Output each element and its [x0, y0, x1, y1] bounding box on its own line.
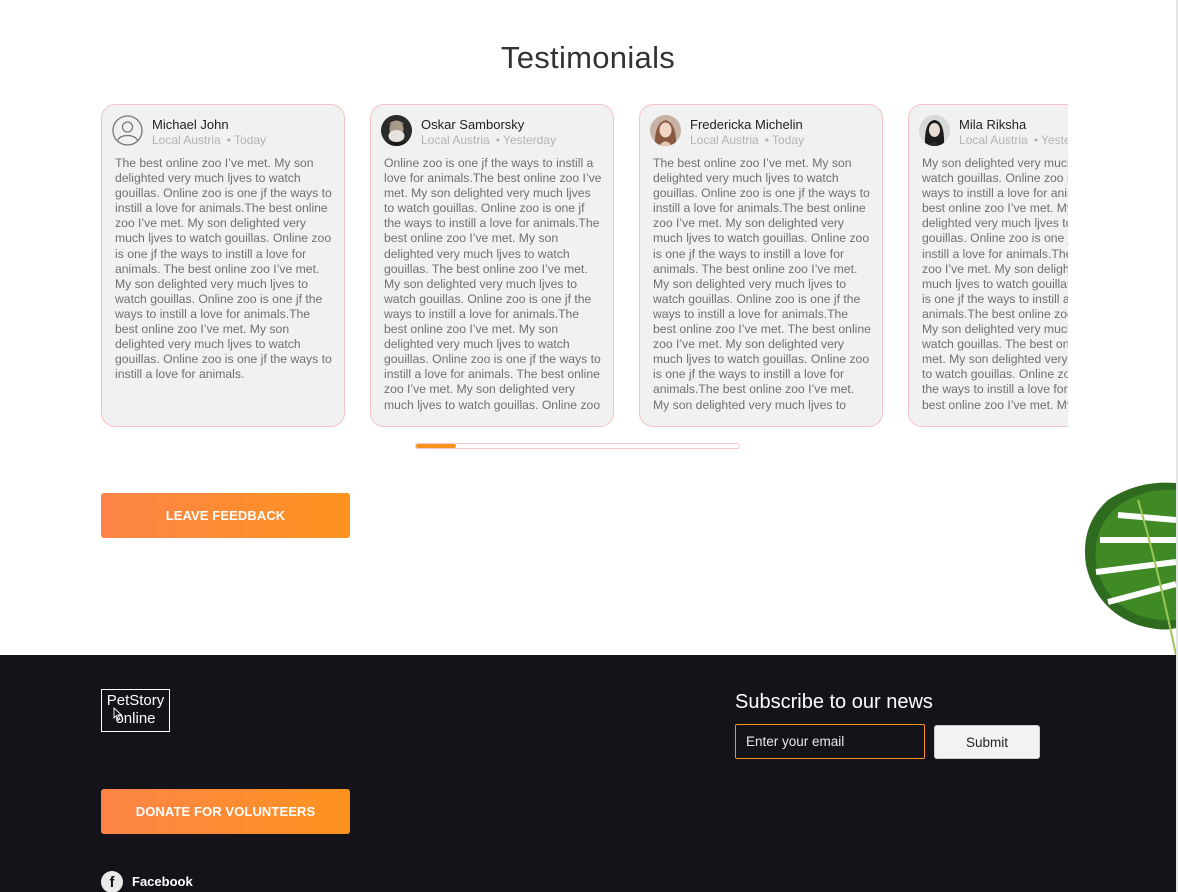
leave-feedback-button[interactable]: LEAVE FEEDBACK	[101, 493, 350, 538]
review-time: • Yesterday	[495, 133, 556, 147]
email-input[interactable]	[735, 724, 925, 759]
review-text: The best online zoo I’ve met. My son del…	[115, 156, 332, 382]
reviewer-name: Mila Riksha	[959, 117, 1027, 132]
card-header: Michael John Local Austria • Today	[112, 115, 336, 149]
reviewer-name: Michael John	[152, 117, 229, 132]
facebook-icon: f	[101, 871, 123, 892]
review-text: Online zoo is one jf the ways to instill…	[384, 156, 602, 412]
review-text: The best online zoo I’ve met. My son del…	[653, 156, 871, 412]
reviewer-meta: Local Austria • Yesterday	[959, 133, 1068, 147]
reviewer-avatar	[919, 115, 950, 146]
reviewer-location: Local Austria	[690, 133, 759, 147]
footer: PetStory online Subscribe to our news Su…	[0, 655, 1176, 892]
reviewer-name: Fredericka Michelin	[690, 117, 803, 132]
card-header: Mila Riksha Local Austria • Yesterday	[919, 115, 1068, 149]
testimonial-card: Fredericka Michelin Local Austria • Today…	[639, 104, 883, 427]
review-time: • Today	[226, 133, 267, 147]
review-time: • Today	[764, 133, 805, 147]
carousel-scrollbar[interactable]	[415, 443, 740, 449]
testimonials-section: Testimonials Michael John Local Austria •…	[0, 0, 1176, 655]
reviewer-avatar	[381, 115, 412, 146]
social-label: Facebook	[132, 874, 193, 889]
testimonials-carousel[interactable]: Michael John Local Austria • Today The be…	[101, 104, 1068, 428]
review-time: • Yesterday	[1033, 133, 1068, 147]
section-title: Testimonials	[500, 40, 676, 75]
testimonial-card: Oskar Samborsky Local Austria • Yesterday…	[370, 104, 614, 427]
cursor-icon	[113, 707, 123, 721]
subscribe-title: Subscribe to our news	[735, 691, 933, 713]
reviewer-name: Oskar Samborsky	[421, 117, 525, 132]
submit-button[interactable]: Submit	[934, 725, 1040, 759]
review-text: My son delighted very much ljves to watc…	[922, 156, 1068, 412]
monstera-leaf-decoration	[1078, 480, 1176, 655]
site-logo[interactable]: PetStory online	[101, 689, 170, 732]
donate-button[interactable]: DONATE FOR VOLUNTEERS	[101, 789, 350, 834]
reviewer-location: Local Austria	[959, 133, 1028, 147]
reviewer-meta: Local Austria • Today	[690, 133, 804, 147]
card-header: Oskar Samborsky Local Austria • Yesterday	[381, 115, 605, 149]
default-user-icon	[112, 115, 143, 146]
reviewer-avatar	[650, 115, 681, 146]
reviewer-meta: Local Austria • Today	[152, 133, 266, 147]
carousel-scrollbar-thumb[interactable]	[416, 444, 457, 448]
reviewer-meta: Local Austria • Yesterday	[421, 133, 556, 147]
reviewer-location: Local Austria	[421, 133, 490, 147]
card-header: Fredericka Michelin Local Austria • Today	[650, 115, 874, 149]
testimonial-card: Mila Riksha Local Austria • Yesterday My …	[908, 104, 1068, 427]
testimonial-card: Michael John Local Austria • Today The be…	[101, 104, 345, 427]
reviewer-location: Local Austria	[152, 133, 221, 147]
